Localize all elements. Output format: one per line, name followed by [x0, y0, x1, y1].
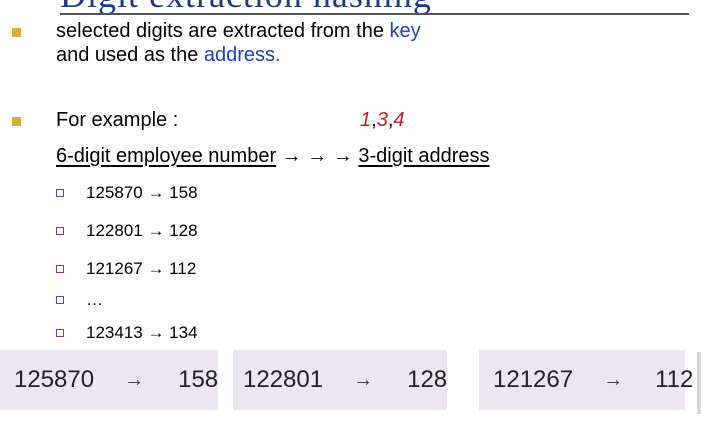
digit-4: 4 — [393, 109, 405, 131]
list-item-text: 123413 → 134 — [86, 323, 198, 342]
card-from: 121267 — [493, 366, 574, 393]
example-label: For example : — [56, 109, 179, 131]
card-arrow: → — [124, 368, 145, 391]
title-rule — [60, 13, 689, 15]
list-item: 122801 → 128 — [56, 220, 198, 242]
bullet-1-line-1: selected digits are extracted from the k… — [56, 19, 421, 43]
card-to: 158 — [178, 366, 219, 393]
digit-1: 1 — [360, 109, 372, 131]
mapping-line: 6-digit employee number → → → 3-digit ad… — [56, 144, 490, 168]
list-item-text: … — [86, 290, 103, 309]
mapping-left: 6-digit employee number — [56, 145, 277, 167]
checkbox-square-icon — [56, 227, 64, 235]
mapping-arrows: → → → — [276, 145, 359, 167]
bullet-square-2 — [12, 117, 21, 126]
card-from: 122801 — [243, 366, 324, 393]
card-arrow: → — [353, 368, 374, 391]
slide-title-clip: Digit extraction hashing — [0, 0, 701, 16]
card-to: 112 — [655, 366, 694, 393]
checkbox-square-icon — [56, 329, 64, 337]
example-card-2: 122801 → 128 — [233, 350, 447, 410]
bullet-1-text: selected digits are extracted from the — [56, 20, 390, 42]
bullet-square-1 — [12, 28, 21, 37]
list-item: 125870 → 158 — [56, 182, 198, 204]
bullet-1-text-2: and used as the — [56, 44, 204, 66]
edge-divider — [697, 352, 701, 414]
card-arrow: → — [603, 368, 624, 391]
bullet-1-line-2: and used as the address. — [56, 43, 281, 67]
checkbox-square-icon — [56, 189, 64, 197]
list-item: 123413 → 134 — [56, 322, 198, 344]
key-word: key — [389, 20, 421, 42]
list-item-text: 121267 → 112 — [86, 259, 197, 278]
list-item: 121267 → 112 — [56, 258, 196, 280]
card-to: 128 — [407, 366, 448, 393]
checkbox-square-icon — [56, 265, 64, 273]
example-digits: 1,3,4 — [360, 108, 405, 132]
list-item: … — [56, 289, 103, 311]
example-card-1: 125870 → 158 — [0, 350, 218, 410]
example-card-3: 121267 → 112 — [479, 350, 693, 410]
digit-3: 3 — [376, 109, 388, 131]
mapping-right: 3-digit address — [358, 145, 490, 167]
card-from: 125870 — [14, 366, 95, 393]
list-item-text: 122801 → 128 — [86, 221, 198, 240]
list-item-text: 125870 → 158 — [86, 183, 198, 202]
address-word: address. — [203, 44, 281, 66]
checkbox-square-icon — [56, 296, 64, 304]
